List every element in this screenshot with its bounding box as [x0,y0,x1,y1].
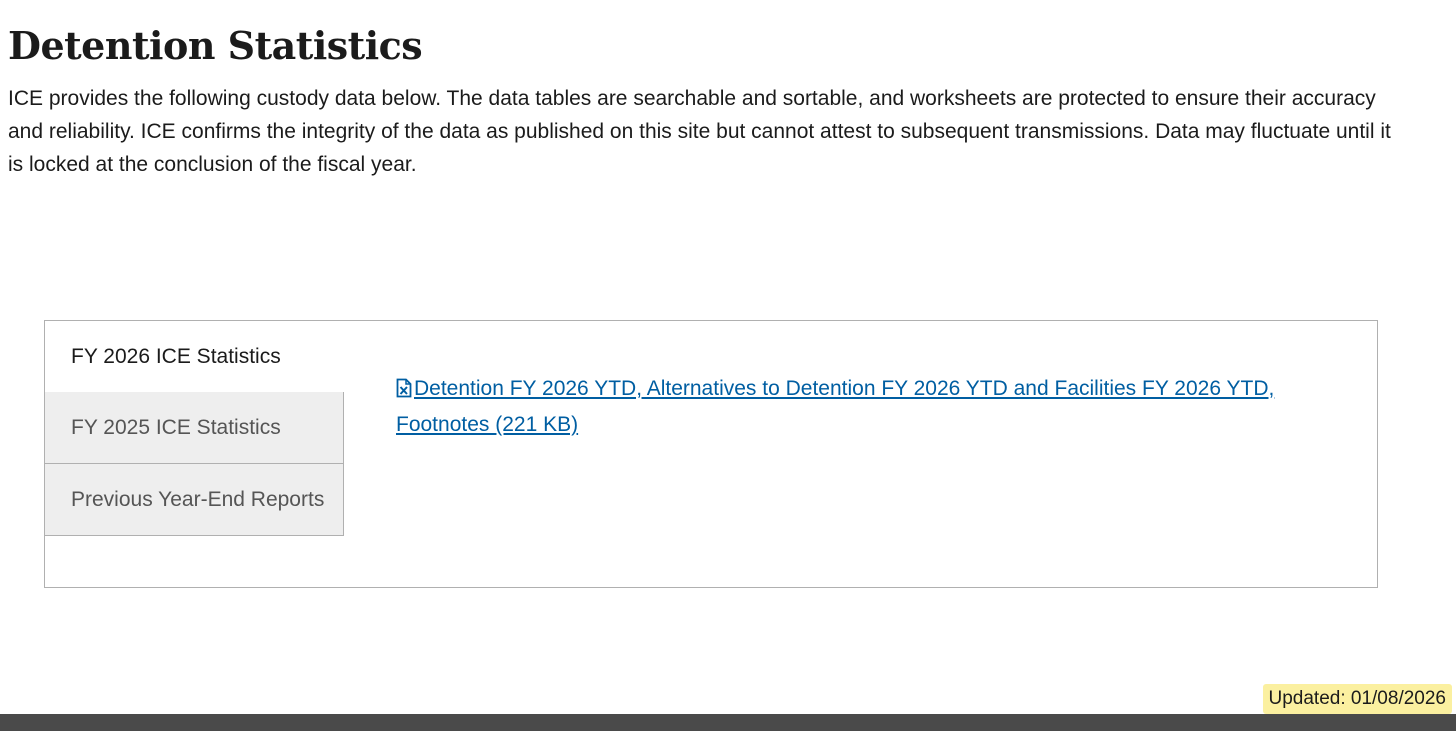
tab-fy-2026-statistics[interactable]: FY 2026 ICE Statistics [44,320,344,392]
download-link-text: Detention FY 2026 YTD, Alternatives to D… [396,377,1275,436]
statistics-tabs: FY 2026 ICE Statistics FY 2025 ICE Stati… [44,320,1378,588]
tab-label: FY 2026 ICE Statistics [71,344,281,368]
excel-file-icon [396,375,412,408]
footer-bar [0,714,1456,731]
tab-label: FY 2025 ICE Statistics [71,415,281,439]
tab-list: FY 2026 ICE Statistics FY 2025 ICE Stati… [44,320,344,536]
tab-label: Previous Year-End Reports [71,487,325,511]
page-title: Detention Statistics [8,23,423,68]
updated-date: Updated: 01/08/2026 [1262,684,1452,714]
tab-content: Detention FY 2026 YTD, Alternatives to D… [396,372,1296,441]
tab-fy-2025-statistics[interactable]: FY 2025 ICE Statistics [44,392,344,464]
tab-previous-year-end-reports[interactable]: Previous Year-End Reports [44,464,344,536]
intro-paragraph: ICE provides the following custody data … [8,87,1391,176]
detention-statistics-download-link[interactable]: Detention FY 2026 YTD, Alternatives to D… [396,377,1274,436]
